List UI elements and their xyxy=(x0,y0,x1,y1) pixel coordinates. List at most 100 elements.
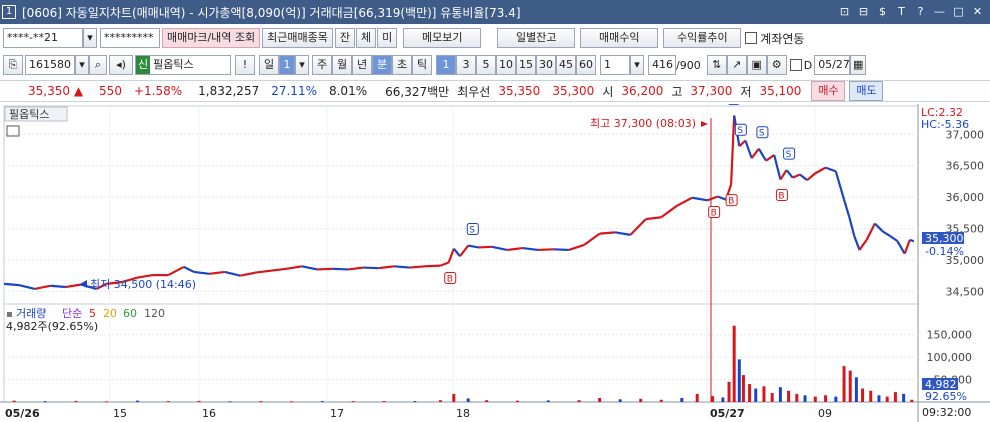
alert-button[interactable]: ! xyxy=(235,55,255,75)
calendar-icon[interactable]: ▦ xyxy=(850,55,867,75)
buy-button[interactable]: 매수 xyxy=(811,81,846,101)
x-axis-label: 05/26 xyxy=(5,407,40,420)
chevron-down-icon[interactable]: ▾ xyxy=(83,28,97,48)
chevron-down-icon[interactable]: ▾ xyxy=(295,55,309,75)
volume-bar xyxy=(228,401,232,403)
volume-bar xyxy=(639,398,643,402)
volume-bar xyxy=(290,401,294,403)
minimize-icon[interactable]: — xyxy=(931,3,948,20)
interval-30[interactable]: 30 xyxy=(536,55,556,75)
trade-marks-button[interactable]: 매매마크/내역 조회 xyxy=(162,28,261,48)
interval-45[interactable]: 45 xyxy=(556,55,576,75)
volume-bar xyxy=(770,393,774,402)
interval-15[interactable]: 15 xyxy=(516,55,536,75)
volume-tab-icon: ▪ xyxy=(6,309,13,320)
price-volume-chart[interactable]: 37,00036,50036,00035,50035,00034,500 150… xyxy=(0,92,990,422)
gear-icon[interactable]: ⚙ xyxy=(766,55,787,75)
buy-mark-label: B xyxy=(728,197,734,207)
save-icon[interactable]: ▣ xyxy=(746,55,767,75)
interval-60[interactable]: 60 xyxy=(576,55,596,75)
interval-count-field[interactable]: 1 xyxy=(600,55,630,75)
executions-button[interactable]: 체 xyxy=(356,28,377,48)
help-icon[interactable]: ? xyxy=(912,3,929,20)
volume-bar xyxy=(877,395,881,402)
volume-bar xyxy=(813,396,817,402)
volume-bar xyxy=(577,400,581,402)
interval-3[interactable]: 3 xyxy=(456,55,476,75)
volume-bar xyxy=(320,401,324,403)
price-segment xyxy=(409,265,426,269)
period-day-button[interactable]: 일 xyxy=(259,55,279,75)
ma-60: 60 xyxy=(123,307,137,320)
chart-pane[interactable]: 37,000 36,500 36,000 35,500 35,000 34,500 150… xyxy=(0,92,990,422)
date-checkbox[interactable] xyxy=(789,59,802,71)
buy-mark-label: B xyxy=(711,209,717,219)
maximize-icon[interactable]: □ xyxy=(950,3,967,20)
price-change: 550 xyxy=(99,84,122,98)
period-minute[interactable]: 분 xyxy=(372,55,392,75)
volume-bar xyxy=(854,377,858,402)
split-icon[interactable]: ⇅ xyxy=(706,55,727,75)
sell-mark-label: S xyxy=(730,104,736,105)
return-trend-button[interactable]: 수익률추이 xyxy=(663,28,742,48)
password-field[interactable]: ********* xyxy=(100,28,160,48)
date-field[interactable]: 05/27 xyxy=(814,55,851,75)
trade-profit-button[interactable]: 매매수익 xyxy=(580,28,659,48)
currency-icon[interactable]: $ xyxy=(874,3,891,20)
window-number: 1 xyxy=(2,5,16,19)
range-total: /900 xyxy=(676,58,701,72)
recent-items-button[interactable]: 최근매매종목 xyxy=(262,28,333,48)
price-segment xyxy=(553,248,569,252)
chart-settings-icon[interactable]: ⎘ xyxy=(3,55,23,75)
quote-bar: 35,350 ▲ 550 +1.58% 1,832,257 27.11% 8.0… xyxy=(0,80,990,102)
trade-amount: 66,327백만 xyxy=(385,84,450,99)
chevron-down-icon[interactable]: ▾ xyxy=(75,55,89,75)
search-icon[interactable]: ⌕ xyxy=(89,55,107,75)
current-price: 35,350 ▲ xyxy=(28,84,84,98)
chevron-down-icon[interactable]: ▾ xyxy=(630,55,644,75)
date-label: D xyxy=(803,58,813,72)
layout-icon[interactable]: ⊟ xyxy=(855,3,872,20)
change-rate: +1.58% xyxy=(133,84,183,98)
font-icon[interactable]: T xyxy=(893,3,910,20)
volume-bar xyxy=(885,396,889,402)
sell-button[interactable]: 매도 xyxy=(849,81,884,101)
volume-bar xyxy=(546,400,550,402)
window-title: [0606] 자동일지차트(매매내역) - 시가총액[8,090(억)] 거래대… xyxy=(22,5,521,20)
period-num[interactable]: 1 xyxy=(279,55,295,75)
volume-bar xyxy=(659,399,663,402)
volume-bar xyxy=(869,390,873,402)
volume-rate-label: 92.65% xyxy=(925,390,967,403)
price-segment xyxy=(425,264,441,268)
chart-toolbar: ⎘ 161580 ▾ ⌕ ◂) 신 필옵틱스 ! 일 1 ▾ 주 월 년 분 초… xyxy=(0,53,990,77)
period-week[interactable]: 주 xyxy=(312,55,332,75)
volume-info: 4,982주(92.65%) xyxy=(6,320,98,333)
interval-1[interactable]: 1 xyxy=(436,55,456,75)
account-toolbar: ****-**21 ▾ ********* 매매마크/내역 조회 최근매매종목 … xyxy=(0,26,990,50)
close-icon[interactable]: ✕ xyxy=(969,3,986,20)
range-field[interactable]: 416 xyxy=(648,55,676,75)
interval-10[interactable]: 10 xyxy=(496,55,516,75)
period-month[interactable]: 월 xyxy=(332,55,352,75)
period-second[interactable]: 초 xyxy=(392,55,412,75)
period-year[interactable]: 년 xyxy=(352,55,372,75)
memo-button[interactable]: 메모보기 xyxy=(403,28,482,48)
account-select[interactable]: ****-**21 xyxy=(3,28,83,48)
daily-balance-button[interactable]: 일별잔고 xyxy=(497,28,576,48)
hc-label: HC:-5.36 xyxy=(921,118,969,131)
interval-5[interactable]: 5 xyxy=(476,55,496,75)
link-icon[interactable]: ⊡ xyxy=(836,3,853,20)
low-label: 저 xyxy=(740,84,752,99)
account-link-checkbox[interactable] xyxy=(745,32,758,44)
price-tick-label: 36,500 xyxy=(946,160,985,173)
stock-name-field[interactable]: 신 필옵틱스 xyxy=(135,55,231,75)
stock-code-field[interactable]: 161580 xyxy=(25,55,75,75)
balance-button[interactable]: 잔 xyxy=(334,28,356,48)
window-controls: ⊡ ⊟ $ T ? — □ ✕ xyxy=(836,3,986,20)
unfilled-button[interactable]: 미 xyxy=(377,28,398,48)
high-annotation: 최고 37,300 (08:03) xyxy=(590,117,696,130)
x-axis-label: 18 xyxy=(456,407,470,420)
period-tick[interactable]: 틱 xyxy=(412,55,432,75)
speaker-icon[interactable]: ◂) xyxy=(109,55,133,75)
draw-icon[interactable]: ↗ xyxy=(726,55,747,75)
